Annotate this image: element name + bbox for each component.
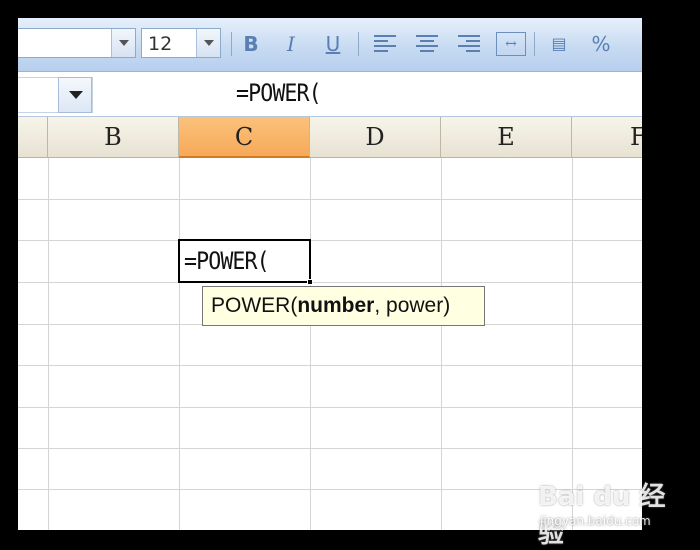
grid-line: [18, 489, 642, 490]
grid-line: [18, 240, 642, 241]
merge-center-icon[interactable]: ↔: [496, 32, 526, 56]
grid-line: [18, 199, 642, 200]
column-header-a[interactable]: [18, 117, 48, 158]
font-size-select[interactable]: 12: [141, 28, 221, 58]
font-size-dropdown-button[interactable]: [196, 29, 220, 57]
name-box-dropdown-button[interactable]: [58, 77, 92, 113]
grid-line: [18, 365, 642, 366]
font-name-dropdown-button[interactable]: [111, 29, 135, 57]
bold-button[interactable]: B: [236, 30, 266, 58]
grid-line: [48, 158, 49, 530]
active-cell-c[interactable]: =POWER(: [178, 239, 313, 285]
column-header-e[interactable]: E: [441, 117, 572, 158]
grid-line: [572, 158, 573, 530]
align-left-icon[interactable]: [374, 35, 396, 53]
column-header-d[interactable]: D: [310, 117, 441, 158]
toolbar-separator: [534, 32, 535, 56]
formatting-toolbar: 12 B I U ↔ ▤ %: [18, 18, 642, 72]
toolbar-separator: [358, 32, 359, 56]
column-header-f[interactable]: F: [572, 117, 642, 158]
formula-bar: =POWER(: [18, 73, 642, 117]
grid-line: [18, 448, 642, 449]
grid-line: [18, 407, 642, 408]
grid-line: [179, 158, 180, 530]
formula-input[interactable]: =POWER(: [236, 79, 322, 107]
column-header-row: B C D E F: [18, 117, 642, 158]
active-cell-content[interactable]: =POWER(: [184, 247, 270, 275]
function-signature-tooltip: POWER(number, power): [202, 286, 485, 326]
fill-handle[interactable]: [307, 279, 313, 285]
toolbar-separator: [231, 32, 232, 56]
align-center-icon[interactable]: [416, 35, 438, 53]
cell-grid[interactable]: [18, 158, 642, 530]
grid-line: [441, 158, 442, 530]
italic-button[interactable]: I: [276, 30, 306, 58]
currency-icon[interactable]: ▤: [544, 30, 574, 58]
font-size-value: 12: [148, 33, 173, 55]
grid-line: [18, 282, 642, 283]
column-header-c[interactable]: C: [179, 117, 310, 158]
tooltip-function-name: POWER(: [211, 294, 298, 317]
column-header-b[interactable]: B: [48, 117, 179, 158]
percent-button[interactable]: %: [586, 30, 616, 58]
font-name-select[interactable]: [18, 28, 136, 58]
underline-button[interactable]: U: [318, 30, 348, 58]
align-right-icon[interactable]: [458, 35, 480, 53]
tooltip-current-argument[interactable]: number: [297, 294, 374, 317]
tooltip-remaining-arguments: , power): [374, 294, 451, 317]
grid-line: [310, 158, 311, 530]
spreadsheet-window: 12 B I U ↔ ▤ % =POWER( B C D E F =POWER(…: [18, 18, 642, 530]
